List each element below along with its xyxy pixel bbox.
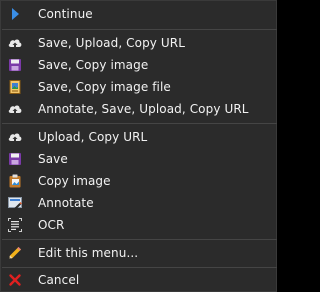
floppy-disk-icon xyxy=(6,150,24,168)
context-menu: Continue Save, Upload, Copy URL Save, Co… xyxy=(0,0,277,292)
menu-item-edit-this-menu[interactable]: Edit this menu... xyxy=(2,242,277,264)
clipboard-image-icon xyxy=(6,172,24,190)
menu-item-label: Save, Copy image xyxy=(38,58,149,72)
annotate-icon xyxy=(6,194,24,212)
menu-separator xyxy=(2,29,277,30)
menu-separator xyxy=(2,239,277,240)
cloud-upload-icon xyxy=(6,100,24,118)
menu-item-label: Annotate, Save, Upload, Copy URL xyxy=(38,102,249,116)
menu-item-label: Upload, Copy URL xyxy=(38,130,148,144)
menu-separator xyxy=(2,267,277,268)
menu-item-annotate-save-upload-copy-url[interactable]: Annotate, Save, Upload, Copy URL xyxy=(2,98,277,120)
menu-item-label: Save, Copy image file xyxy=(38,80,171,94)
menu-item-cancel[interactable]: Cancel xyxy=(2,269,277,291)
menu-separator xyxy=(2,123,277,124)
menu-item-label: Cancel xyxy=(38,273,80,287)
menu-item-upload-copy-url[interactable]: Upload, Copy URL xyxy=(2,126,277,148)
ocr-text-icon xyxy=(6,216,24,234)
menu-item-ocr[interactable]: OCR xyxy=(2,214,277,236)
menu-item-label: Continue xyxy=(38,7,93,21)
menu-item-label: Edit this menu... xyxy=(38,246,139,260)
red-x-icon xyxy=(6,271,24,289)
menu-item-copy-image[interactable]: Copy image xyxy=(2,170,277,192)
menu-item-label: Save xyxy=(38,152,68,166)
file-image-icon xyxy=(6,78,24,96)
menu-item-continue[interactable]: Continue xyxy=(2,3,277,25)
menu-item-save-upload-copy-url[interactable]: Save, Upload, Copy URL xyxy=(2,32,277,54)
cloud-upload-icon xyxy=(6,34,24,52)
menu-item-label: Copy image xyxy=(38,174,111,188)
play-arrow-icon xyxy=(6,5,24,23)
menu-item-save-copy-image-file[interactable]: Save, Copy image file xyxy=(2,76,277,98)
pencil-icon xyxy=(6,244,24,262)
menu-item-annotate[interactable]: Annotate xyxy=(2,192,277,214)
menu-item-save[interactable]: Save xyxy=(2,148,277,170)
menu-item-label: Annotate xyxy=(38,196,94,210)
menu-item-label: Save, Upload, Copy URL xyxy=(38,36,186,50)
cloud-upload-icon xyxy=(6,128,24,146)
menu-item-label: OCR xyxy=(38,218,65,232)
menu-item-save-copy-image[interactable]: Save, Copy image xyxy=(2,54,277,76)
floppy-disk-icon xyxy=(6,56,24,74)
